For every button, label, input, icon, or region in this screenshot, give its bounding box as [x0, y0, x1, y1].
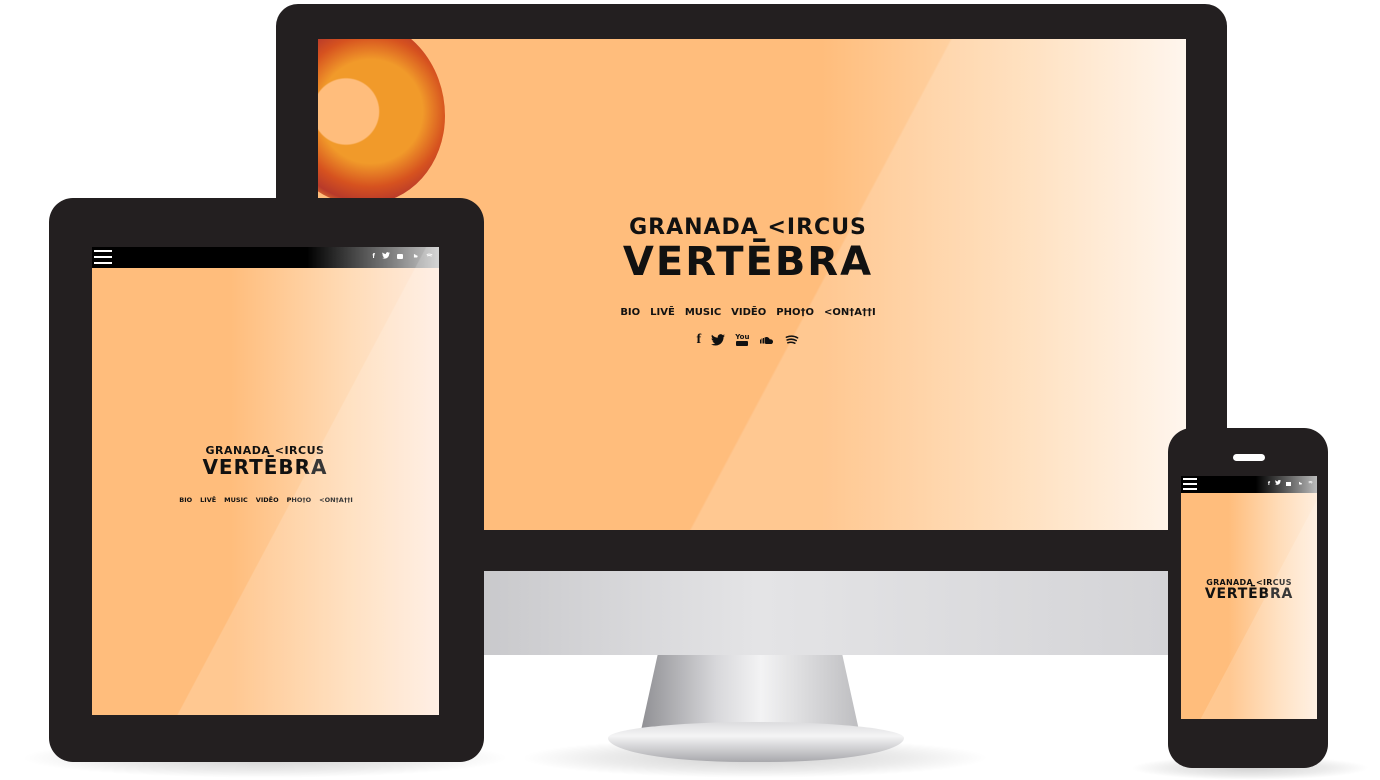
menu-hamburger-icon[interactable] — [94, 250, 112, 264]
nav-item-photo[interactable]: PHO†O — [287, 496, 312, 504]
youtube-icon[interactable] — [1286, 481, 1291, 486]
phone-social-links: f — [1268, 479, 1313, 487]
soundcloud-icon[interactable] — [1296, 481, 1303, 487]
tablet-screen: f GRANADA <IRCUS VERTĒBRA BIO LIVĒ MUSIC… — [92, 247, 439, 715]
screen-glare — [92, 247, 439, 715]
phone-speaker — [1233, 454, 1265, 461]
nav-item-music[interactable]: MUSIC — [685, 307, 721, 318]
nav-item-music[interactable]: MUSIC — [224, 496, 248, 504]
soundcloud-icon[interactable] — [410, 253, 419, 260]
monitor-chin — [484, 571, 1168, 655]
tablet-main-nav: BIO LIVĒ MUSIC VIDĒO PHO†O <ON†A††I — [166, 496, 366, 504]
youtube-icon[interactable]: You — [735, 333, 750, 346]
facebook-icon[interactable]: f — [1268, 481, 1270, 487]
logo-line-1: GRANADA <IRCUS — [629, 215, 867, 240]
phone-top-bar: f — [1181, 476, 1317, 493]
phone-site-logo[interactable]: GRANADA <IRCUS VERTĒBRA — [1185, 578, 1313, 601]
tablet-social-links: f — [372, 252, 433, 261]
twitter-icon[interactable] — [382, 252, 390, 261]
nav-item-contatti[interactable]: <ON†A††I — [319, 496, 353, 504]
twitter-icon[interactable] — [711, 334, 726, 346]
nav-item-bio[interactable]: BIO — [620, 307, 640, 318]
spotify-icon[interactable] — [426, 253, 433, 261]
menu-hamburger-icon[interactable] — [1183, 478, 1197, 490]
soundcloud-icon[interactable] — [759, 336, 775, 344]
main-nav: BIO LIVĒ MUSIC VIDĒO PHO†O <ON†A††I — [588, 307, 908, 318]
nav-item-photo[interactable]: PHO†O — [776, 307, 814, 318]
facebook-icon[interactable]: f — [697, 332, 702, 348]
youtube-label: You — [735, 333, 750, 342]
phone-screen: f GRANADA <IRCUS VERTĒBRA — [1181, 476, 1317, 719]
youtube-icon[interactable] — [397, 254, 403, 259]
nav-item-video[interactable]: VIDĒO — [731, 307, 766, 318]
tablet-site-logo[interactable]: GRANADA <IRCUS VERTĒBRA — [175, 444, 355, 477]
logo-line-2: VERTĒBRA — [1204, 586, 1294, 602]
twitter-icon[interactable] — [1275, 479, 1281, 487]
site-logo[interactable]: GRANADA <IRCUS VERTĒBRA — [578, 215, 918, 282]
nav-item-contatti[interactable]: <ON†A††I — [824, 307, 876, 318]
nav-item-bio[interactable]: BIO — [179, 496, 192, 504]
watercolor-blob-image — [318, 39, 445, 204]
logo-line-2: VERTĒBRA — [202, 455, 328, 479]
facebook-icon[interactable]: f — [372, 253, 375, 260]
spotify-icon[interactable] — [1308, 480, 1313, 487]
nav-item-video[interactable]: VIDĒO — [256, 496, 279, 504]
spotify-icon[interactable] — [785, 334, 799, 346]
nav-item-live[interactable]: LIVĒ — [200, 496, 216, 504]
youtube-box — [736, 340, 749, 346]
nav-item-live[interactable]: LIVĒ — [650, 307, 675, 318]
tablet-top-bar: f — [92, 247, 439, 268]
social-links: f You — [688, 331, 808, 349]
logo-line-2: VERTĒBRA — [622, 239, 874, 285]
